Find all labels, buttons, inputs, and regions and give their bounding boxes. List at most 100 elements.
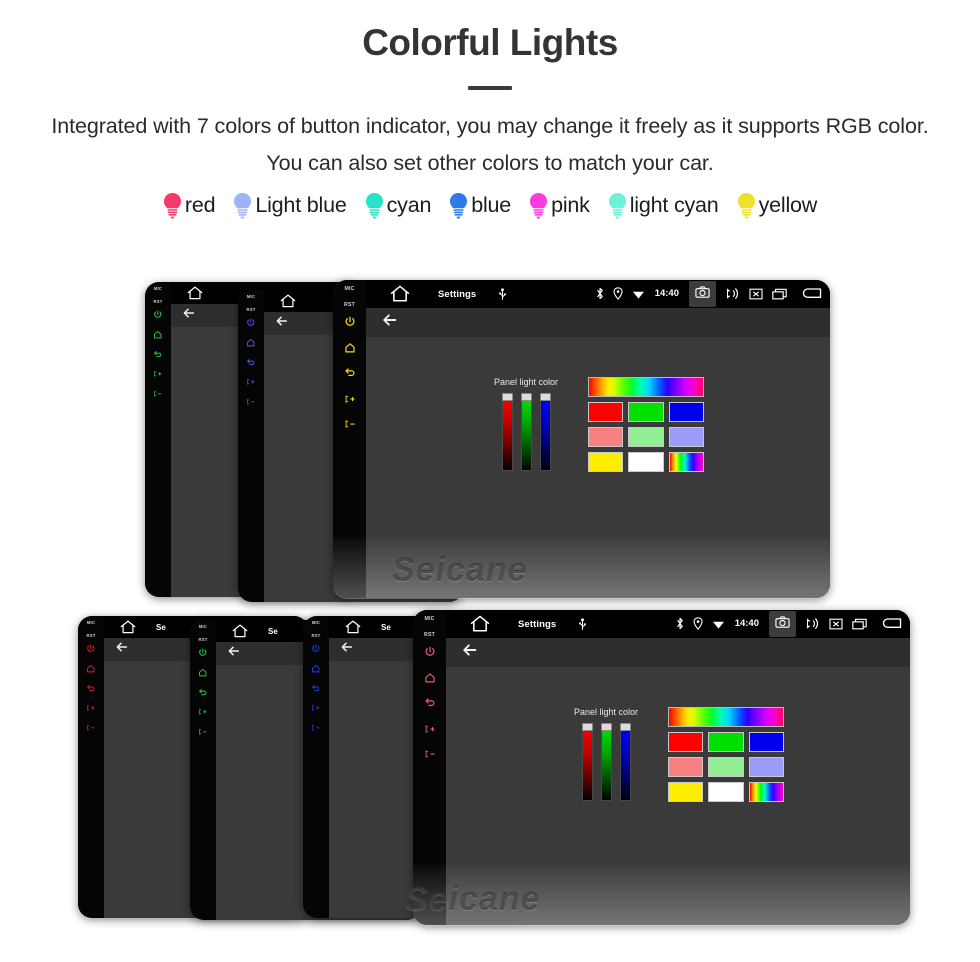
close-box-icon[interactable] (829, 618, 843, 630)
blue-slider-thumb[interactable] (619, 723, 631, 731)
color-swatch-r2-c1[interactable] (708, 782, 744, 802)
power-icon[interactable] (311, 644, 321, 654)
color-swatch-r2-c0[interactable] (668, 782, 704, 802)
back-icon[interactable] (153, 350, 163, 360)
blue-slider[interactable] (619, 723, 631, 801)
volume-up-icon[interactable] (198, 707, 208, 717)
green-slider-thumb[interactable] (600, 723, 612, 731)
color-swatch-r0-c0[interactable] (588, 402, 624, 422)
back-arrow-icon[interactable] (460, 640, 480, 665)
volume-down-icon[interactable] (86, 723, 96, 733)
home-icon[interactable] (86, 664, 96, 674)
back-arrow-icon[interactable] (802, 287, 822, 301)
touchscreen[interactable]: Settings 14:40 Panel light color (366, 280, 830, 598)
color-swatch-r1-c0[interactable] (588, 427, 624, 447)
back-arrow-icon[interactable] (339, 639, 355, 660)
home-icon[interactable] (311, 664, 321, 674)
red-slider[interactable] (581, 723, 593, 801)
color-swatch-r1-c1[interactable] (628, 427, 664, 447)
home-icon[interactable] (246, 338, 256, 348)
home-icon[interactable] (120, 620, 136, 634)
power-icon[interactable] (153, 310, 163, 320)
power-icon[interactable] (198, 648, 208, 658)
camera-icon[interactable] (769, 611, 796, 637)
home-icon[interactable] (187, 286, 203, 300)
home-icon[interactable] (198, 668, 208, 678)
volume-up-icon[interactable] (246, 377, 256, 387)
page-title: Colorful Lights (362, 22, 618, 63)
color-swatch-r0-c2[interactable] (668, 402, 704, 422)
power-icon[interactable] (344, 316, 356, 328)
home-icon[interactable] (470, 615, 490, 632)
volume-icon[interactable] (725, 287, 740, 300)
rst-label: RST (344, 302, 355, 309)
bulb-icon (737, 192, 756, 219)
volume-down-icon[interactable] (246, 397, 256, 407)
recents-icon[interactable] (852, 618, 867, 630)
back-arrow-icon[interactable] (226, 643, 242, 664)
color-swatch-r2-c2[interactable] (668, 452, 704, 472)
hardware-button-column: MIC RST (238, 290, 264, 602)
back-arrow-icon[interactable] (882, 617, 902, 631)
red-slider-thumb[interactable] (501, 393, 513, 401)
red-slider[interactable] (501, 393, 513, 471)
camera-icon[interactable] (689, 281, 716, 307)
volume-up-icon[interactable] (344, 393, 356, 405)
volume-up-icon[interactable] (86, 703, 96, 713)
unit-yellow[interactable]: MIC RST Settings 14:40 Panel light color (333, 280, 830, 598)
volume-down-icon[interactable] (424, 748, 436, 760)
back-arrow-icon[interactable] (380, 310, 400, 335)
color-swatch-r0-c2[interactable] (748, 732, 784, 752)
volume-down-icon[interactable] (198, 727, 208, 737)
color-swatch-r1-c1[interactable] (708, 757, 744, 777)
back-arrow-icon[interactable] (274, 313, 290, 334)
green-slider[interactable] (520, 393, 532, 471)
home-icon[interactable] (232, 624, 248, 638)
mic-label: MIC (153, 286, 163, 291)
volume-down-icon[interactable] (344, 418, 356, 430)
red-slider-thumb[interactable] (581, 723, 593, 731)
color-swatch-r1-c2[interactable] (668, 427, 704, 447)
color-swatch-r0-c0[interactable] (668, 732, 704, 752)
back-icon[interactable] (344, 367, 356, 379)
back-icon[interactable] (311, 684, 321, 694)
home-icon[interactable] (424, 672, 436, 684)
back-icon[interactable] (424, 697, 436, 709)
hue-gradient-strip[interactable] (588, 377, 705, 397)
volume-down-icon[interactable] (311, 723, 321, 733)
home-icon[interactable] (344, 342, 356, 354)
power-icon[interactable] (86, 644, 96, 654)
green-slider[interactable] (600, 723, 612, 801)
volume-icon[interactable] (805, 617, 820, 630)
color-swatch-r0-c1[interactable] (628, 402, 664, 422)
back-arrow-icon[interactable] (114, 639, 130, 660)
green-slider-thumb[interactable] (520, 393, 532, 401)
color-swatch-r2-c1[interactable] (628, 452, 664, 472)
volume-up-icon[interactable] (424, 723, 436, 735)
recents-icon[interactable] (772, 288, 787, 300)
close-box-icon[interactable] (749, 288, 763, 300)
touchscreen[interactable]: Settings 14:40 Panel light color (446, 610, 910, 925)
blue-slider[interactable] (539, 393, 551, 471)
home-icon[interactable] (153, 330, 163, 340)
color-swatch-r2-c2[interactable] (748, 782, 784, 802)
power-icon[interactable] (424, 646, 436, 658)
color-swatch-r2-c0[interactable] (588, 452, 624, 472)
volume-up-icon[interactable] (153, 369, 163, 379)
unit-pink[interactable]: MIC RST Settings 14:40 Panel light color (413, 610, 910, 925)
color-swatch-r1-c2[interactable] (748, 757, 784, 777)
volume-down-icon[interactable] (153, 389, 163, 399)
back-arrow-icon[interactable] (181, 305, 197, 326)
home-icon[interactable] (390, 285, 410, 302)
color-swatch-r0-c1[interactable] (708, 732, 744, 752)
volume-up-icon[interactable] (311, 703, 321, 713)
back-icon[interactable] (86, 684, 96, 694)
blue-slider-thumb[interactable] (539, 393, 551, 401)
back-icon[interactable] (246, 358, 256, 368)
power-icon[interactable] (246, 318, 256, 328)
color-swatch-r1-c0[interactable] (668, 757, 704, 777)
hue-gradient-strip[interactable] (668, 707, 785, 727)
home-icon[interactable] (345, 620, 361, 634)
home-icon[interactable] (280, 294, 296, 308)
back-icon[interactable] (198, 688, 208, 698)
